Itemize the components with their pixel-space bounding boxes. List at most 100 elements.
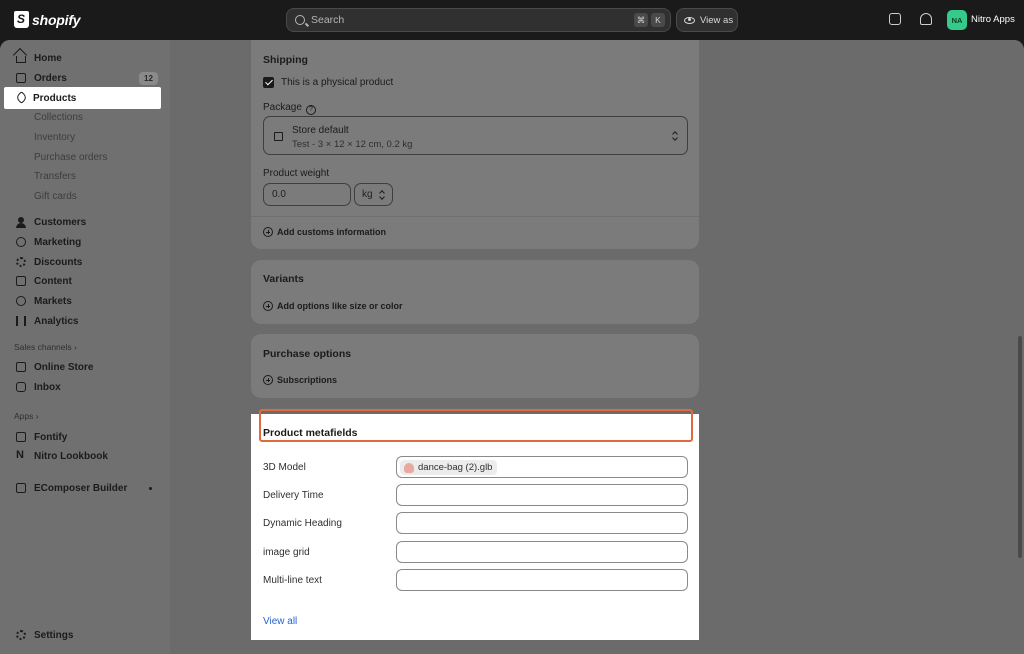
metafield-input-delivery-time[interactable] <box>396 484 688 506</box>
sidebar-item-content[interactable]: Content <box>0 271 170 291</box>
sidebar-item-products[interactable]: Products <box>4 87 161 109</box>
shopify-bag-icon <box>14 11 29 28</box>
view-all-link[interactable]: View all <box>263 616 297 627</box>
chevron-up-down-icon <box>379 190 385 200</box>
metafield-input-dynamic-heading[interactable] <box>396 512 688 534</box>
help-icon: ? <box>305 105 316 115</box>
package-icon <box>274 132 283 141</box>
metafield-label-multi-line-text: Multi-line text <box>263 575 322 586</box>
package-select[interactable]: Store default Test - 3 × 12 × 12 cm, 0.2… <box>263 116 688 155</box>
sidebar-item-label: Home <box>34 53 62 64</box>
plus-circle-icon <box>263 227 273 237</box>
package-name: Store default <box>292 125 349 136</box>
product-weight-label: Product weight <box>263 168 330 179</box>
bell-icon[interactable] <box>920 13 932 25</box>
orders-count-badge: 12 <box>139 72 158 85</box>
sales-channels-heading[interactable]: Sales channels › <box>14 342 77 352</box>
sidebar-item-label: Fontify <box>34 432 68 443</box>
sidebar-subitem-transfers[interactable]: Transfers <box>34 171 76 182</box>
shopify-logo[interactable]: shopify <box>14 11 81 28</box>
sidebar-item-online-store[interactable]: Online Store <box>0 357 170 377</box>
sidebar-item-label: Settings <box>34 630 74 641</box>
sidebar-item-label: EComposer Builder <box>34 483 128 494</box>
sidebar-item-home[interactable]: Home <box>0 48 170 68</box>
sidebar-item-markets[interactable]: Markets <box>0 291 170 311</box>
add-customs-link[interactable]: Add customs information <box>263 227 386 237</box>
search-icon <box>295 15 305 25</box>
logo-text: shopify <box>32 11 81 28</box>
command-key: ⌘ <box>634 13 648 27</box>
app-icon <box>16 432 26 442</box>
add-options-label: Add options like size or color <box>277 301 403 311</box>
sidebar-item-inbox[interactable]: Inbox <box>0 377 170 397</box>
avatar[interactable]: NA <box>947 10 967 30</box>
package-label: Package? <box>263 102 316 115</box>
metafields-card: Product metafields 3D Model dance-bag (2… <box>251 414 699 640</box>
sidebar-item-label: Discounts <box>34 257 83 268</box>
sidebar-subitem-collections[interactable]: Collections <box>34 112 83 123</box>
target-icon <box>16 237 26 247</box>
person-icon <box>16 217 26 228</box>
view-as-button[interactable]: View as <box>676 8 738 32</box>
admin-frame: Home Orders 12 Products Collections Inve… <box>0 40 1024 654</box>
content-icon <box>16 276 26 286</box>
sidebar-subitem-inventory[interactable]: Inventory <box>34 132 75 143</box>
apps-heading[interactable]: Apps › <box>14 411 39 421</box>
gear-icon <box>16 630 26 640</box>
sidebar: Home Orders 12 Products Collections Inve… <box>0 40 170 654</box>
sidebar-item-label: Products <box>33 93 77 104</box>
variants-card: Variants Add options like size or color <box>251 260 699 324</box>
variants-title: Variants <box>263 273 304 285</box>
sidebar-item-fontify[interactable]: Fontify <box>0 427 170 447</box>
sidebar-item-ecomposer[interactable]: EComposer Builder <box>0 478 170 498</box>
ecomposer-icon <box>16 483 26 493</box>
sidebar-item-label: Online Store <box>34 362 94 373</box>
home-icon <box>16 56 26 63</box>
sidebar-item-label: Orders <box>34 73 67 84</box>
metafield-label-image-grid: image grid <box>263 547 310 558</box>
file-chip[interactable]: dance-bag (2).glb <box>400 460 498 475</box>
search-placeholder: Search <box>311 14 345 26</box>
sidebar-item-customers[interactable]: Customers <box>0 212 170 232</box>
metafield-label-3d-model: 3D Model <box>263 462 306 473</box>
subscriptions-link[interactable]: Subscriptions <box>263 375 337 385</box>
sidebar-item-orders[interactable]: Orders 12 <box>0 68 170 88</box>
purchase-options-card: Purchase options Subscriptions <box>251 334 699 398</box>
plus-circle-icon <box>263 375 273 385</box>
add-options-link[interactable]: Add options like size or color <box>263 301 403 311</box>
more-dot-icon[interactable] <box>149 487 152 490</box>
metafield-input-image-grid[interactable] <box>396 541 688 563</box>
metafield-input-3d-model[interactable]: dance-bag (2).glb <box>396 456 688 478</box>
tag-icon <box>15 91 28 104</box>
add-customs-label: Add customs information <box>277 227 387 237</box>
sidebar-subitem-gift-cards[interactable]: Gift cards <box>34 191 77 202</box>
store-icon <box>16 362 26 372</box>
database-icon[interactable] <box>889 13 901 25</box>
weight-unit-select[interactable]: kg <box>354 183 393 206</box>
scrollbar-thumb[interactable] <box>1018 336 1022 558</box>
metafield-input-multi-line-text[interactable] <box>396 569 688 591</box>
search-bar[interactable]: Search ⌘ K <box>286 8 671 32</box>
view-as-label: View as <box>700 14 734 26</box>
physical-product-label: This is a physical product <box>281 77 394 88</box>
sidebar-item-marketing[interactable]: Marketing <box>0 232 170 252</box>
product-weight-input[interactable]: 0.0 <box>263 183 351 206</box>
physical-product-checkbox[interactable] <box>263 77 274 88</box>
sidebar-item-settings[interactable]: Settings <box>0 625 170 645</box>
store-name[interactable]: Nitro Apps <box>971 14 1015 25</box>
shipping-card: Shipping This is a physical product Pack… <box>251 40 699 249</box>
chevron-up-down-icon <box>672 131 678 141</box>
sidebar-item-label: Customers <box>34 217 87 228</box>
discount-icon <box>16 257 26 267</box>
eye-icon <box>684 16 695 24</box>
sidebar-subitem-purchase-orders[interactable]: Purchase orders <box>34 152 107 163</box>
weight-unit-value: kg <box>362 189 373 200</box>
n-icon <box>16 449 26 461</box>
sidebar-item-analytics[interactable]: Analytics <box>0 311 170 331</box>
inbox-icon <box>16 73 26 83</box>
sidebar-item-nitro-lookbook[interactable]: Nitro Lookbook <box>0 446 170 466</box>
plus-circle-icon <box>263 301 273 311</box>
highlight-box <box>259 409 693 442</box>
bar-chart-icon <box>16 316 26 326</box>
sidebar-item-discounts[interactable]: Discounts <box>0 252 170 272</box>
